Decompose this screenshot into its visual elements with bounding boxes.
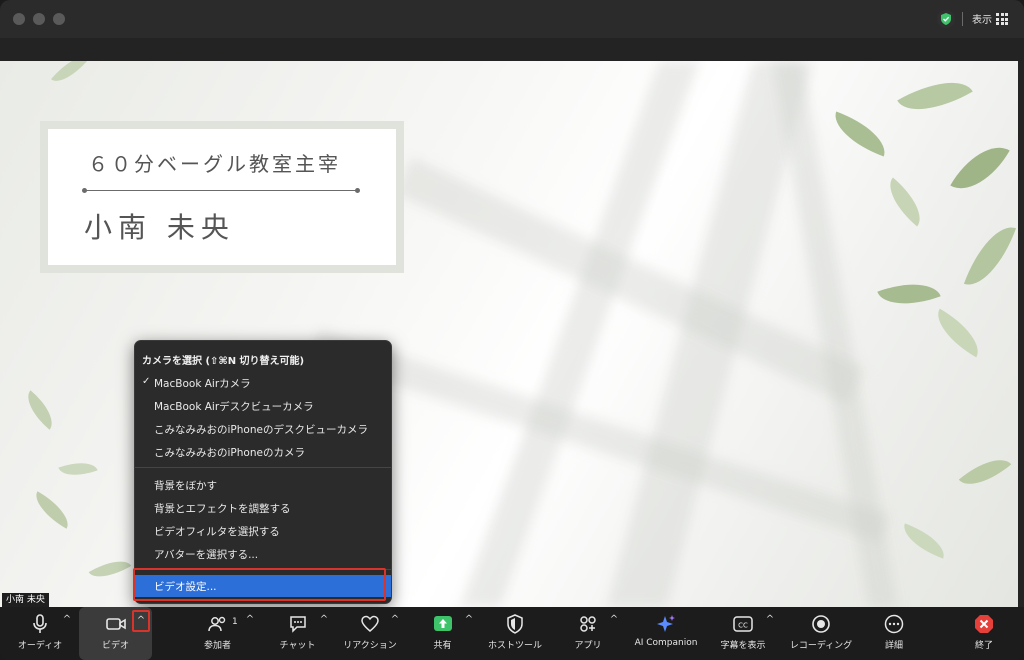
video-camera-icon bbox=[105, 618, 126, 630]
closed-caption-icon: CC bbox=[733, 616, 753, 632]
more-dots-icon bbox=[884, 614, 904, 634]
security-shield-icon[interactable] bbox=[937, 10, 955, 28]
apps-options-caret[interactable]: ^ bbox=[608, 613, 620, 627]
blur-background-option[interactable]: 背景をぼかす bbox=[135, 475, 391, 495]
minimize-window-button[interactable] bbox=[33, 13, 45, 25]
end-call-icon bbox=[975, 615, 993, 633]
chat-bubble-icon bbox=[289, 616, 306, 633]
reactions-options-caret[interactable]: ^ bbox=[389, 613, 401, 627]
end-meeting-button[interactable]: 終了 bbox=[964, 607, 1004, 660]
titlebar-separator bbox=[962, 12, 963, 26]
host-tools-button[interactable]: ホストツール bbox=[484, 607, 546, 660]
record-icon bbox=[812, 615, 830, 633]
camera-option[interactable]: こみなみみおのiPhoneのカメラ bbox=[135, 442, 391, 462]
participants-button[interactable]: 1 参加者 bbox=[190, 607, 245, 660]
microphone-icon bbox=[33, 614, 47, 633]
checkmark-icon: ✓ bbox=[142, 376, 151, 387]
nameplate-name: 小南 未央 bbox=[84, 211, 235, 244]
apps-icon bbox=[580, 616, 596, 632]
top-strip bbox=[0, 38, 1024, 61]
zoom-window-button[interactable] bbox=[53, 13, 65, 25]
nameplate-title: ６０分ベーグル教室主宰 bbox=[88, 152, 341, 176]
audio-options-caret[interactable]: ^ bbox=[61, 613, 73, 627]
captions-options-caret[interactable]: ^ bbox=[764, 613, 776, 627]
nameplate-divider bbox=[82, 188, 360, 193]
camera-option[interactable]: ✓ MacBook Airカメラ bbox=[135, 373, 391, 393]
camera-menu-header: カメラを選択 (⇧⌘N 切り替え可能) bbox=[142, 356, 305, 367]
participants-icon bbox=[207, 616, 225, 632]
participants-count: 1 bbox=[232, 617, 238, 627]
camera-option[interactable]: MacBook Airデスクビューカメラ bbox=[135, 396, 391, 416]
captions-button[interactable]: CC 字幕を表示 bbox=[715, 607, 771, 660]
share-button[interactable]: 共有 bbox=[420, 607, 465, 660]
more-button[interactable]: 詳細 bbox=[872, 607, 916, 660]
avatar-option[interactable]: アバターを選択する... bbox=[135, 544, 391, 564]
menu-divider bbox=[135, 467, 391, 468]
share-options-caret[interactable]: ^ bbox=[463, 613, 475, 627]
highlight-outline bbox=[133, 568, 386, 601]
svg-text:CC: CC bbox=[738, 622, 748, 630]
sparkle-icon bbox=[657, 615, 675, 632]
recording-button[interactable]: レコーディング bbox=[786, 607, 856, 660]
chat-button[interactable]: チャット bbox=[270, 607, 325, 660]
background-effects-option[interactable]: 背景とエフェクトを調整する bbox=[135, 498, 391, 518]
video-options-caret[interactable]: ^ bbox=[132, 610, 150, 632]
host-shield-icon bbox=[507, 614, 523, 634]
view-menu-label[interactable]: 表示 bbox=[972, 11, 992, 26]
zoom-window: 表示 ６０分ベーグル教室主宰 小南 未央 カメラを選択 (⇧⌘N 切り替え可能)… bbox=[0, 0, 1024, 660]
camera-menu: カメラを選択 (⇧⌘N 切り替え可能) ✓ MacBook Airカメラ Mac… bbox=[134, 340, 392, 604]
share-screen-icon bbox=[433, 616, 452, 631]
camera-option[interactable]: こみなみみおのiPhoneのデスクビューカメラ bbox=[135, 419, 391, 439]
video-filter-option[interactable]: ビデオフィルタを選択する bbox=[135, 521, 391, 541]
gallery-grid-icon[interactable] bbox=[996, 13, 1008, 25]
meeting-toolbar: オーディオ ^ ビデオ ^ 1 参加者 ^ チャット ^ リアクション ^ 共有… bbox=[0, 607, 1024, 660]
heart-icon bbox=[361, 615, 379, 632]
chat-options-caret[interactable]: ^ bbox=[318, 613, 330, 627]
close-window-button[interactable] bbox=[13, 13, 25, 25]
participants-options-caret[interactable]: ^ bbox=[244, 613, 256, 627]
participant-name-badge: 小南 未央 bbox=[2, 593, 49, 608]
ai-companion-button[interactable]: AI Companion bbox=[628, 607, 704, 660]
title-bar: 表示 bbox=[0, 0, 1024, 38]
apps-button[interactable]: アプリ bbox=[566, 607, 610, 660]
